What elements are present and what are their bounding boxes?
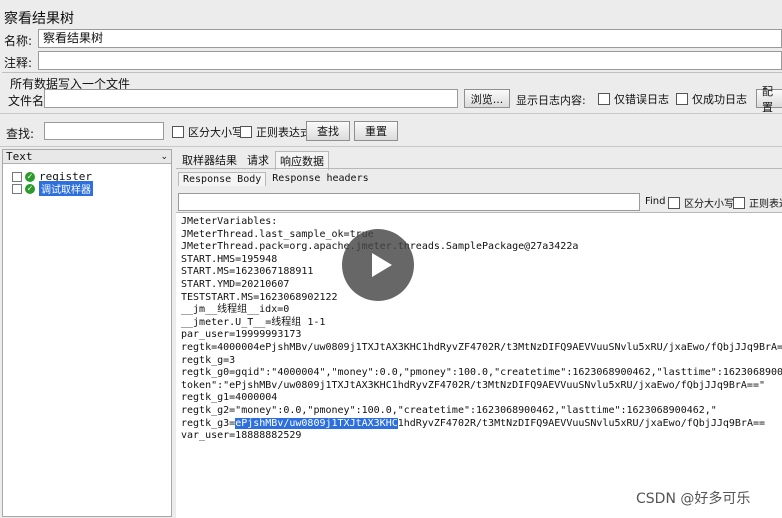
response-line: token":"ePjshMBv/uw0809j1TXJtAX3KHC1hdRy… bbox=[181, 379, 765, 391]
find-button[interactable]: 查找 bbox=[306, 121, 350, 141]
tree-node-icon bbox=[12, 183, 22, 194]
filename-label: 文件名 bbox=[8, 94, 45, 108]
response-case-label: 区分大小写 bbox=[684, 199, 734, 210]
response-line: par_user=19999993173 bbox=[181, 329, 302, 341]
response-regex-label: 正则表达 bbox=[749, 199, 782, 210]
response-line: regtk_g0=gqid":"4000004","money":0.0,"pm… bbox=[181, 367, 782, 379]
response-line: regtk=4000004ePjshMBv/uw0809j1TXJtAX3KHC… bbox=[181, 341, 782, 353]
reset-button[interactable]: 重置 bbox=[354, 121, 398, 141]
watermark: CSDN @好多可乐 bbox=[636, 491, 751, 507]
checkbox-icon bbox=[668, 196, 680, 209]
response-line: regtk_g3=ePjshMBv/uw0809j1TXJtAX3KHC1hdR… bbox=[181, 417, 782, 431]
chevron-down-icon: ⌄ bbox=[160, 151, 168, 162]
divider bbox=[0, 146, 782, 147]
checkbox-icon bbox=[172, 126, 184, 138]
tab-response-headers[interactable]: Response headers bbox=[268, 172, 372, 186]
only-success-label: 仅成功日志 bbox=[692, 93, 747, 106]
result-tree-panel bbox=[2, 149, 172, 517]
response-line: START.MS=1623067188911 bbox=[181, 266, 314, 278]
response-regex-checkbox[interactable]: 正则表达 bbox=[733, 195, 782, 210]
renderer-select[interactable]: Text ⌄ bbox=[3, 150, 171, 164]
success-check-icon: ✓ bbox=[25, 171, 35, 182]
log-display-label: 显示日志内容: bbox=[516, 94, 586, 107]
response-line: __jm__线程组__idx=0 bbox=[181, 304, 290, 316]
filename-input[interactable] bbox=[44, 89, 458, 108]
response-body[interactable]: JMeterVariables: JMeterThread.last_sample… bbox=[176, 212, 782, 518]
response-line: JMeterThread.last_sample_ok=true bbox=[181, 228, 374, 240]
case-sensitive-checkbox[interactable]: 区分大小写 bbox=[172, 124, 243, 140]
response-line: START.YMD=20210607 bbox=[181, 278, 290, 290]
name-input[interactable]: 察看结果树 bbox=[38, 29, 782, 48]
response-find-label: Find bbox=[645, 196, 666, 207]
section-divider bbox=[2, 72, 782, 73]
divider bbox=[176, 168, 782, 169]
comment-label: 注释: bbox=[4, 56, 33, 70]
response-text: JMeterVariables: JMeterThread.last_sample… bbox=[176, 213, 782, 443]
response-line: START.HMS=195948 bbox=[181, 253, 278, 265]
window-title: 察看结果树 bbox=[4, 11, 74, 27]
checkbox-icon bbox=[676, 93, 688, 105]
play-icon bbox=[372, 253, 392, 277]
response-line: var_user=18888882529 bbox=[181, 430, 302, 442]
success-check-icon: ✓ bbox=[25, 183, 35, 194]
search-label: 查找: bbox=[6, 127, 35, 141]
checkbox-icon bbox=[240, 126, 252, 138]
response-line: __jmeter.U_T__=线程组 1-1 bbox=[181, 316, 326, 328]
response-line: TESTSTART.MS=1623068902122 bbox=[181, 291, 338, 303]
response-line: regtk_g2="money":0.0,"pmoney":100.0,"cre… bbox=[181, 404, 717, 416]
regex-checkbox[interactable]: 正则表达式 bbox=[240, 124, 311, 140]
search-input[interactable] bbox=[44, 122, 164, 140]
only-errors-label: 仅错误日志 bbox=[614, 93, 669, 106]
checkbox-icon bbox=[733, 196, 745, 209]
only-errors-checkbox[interactable]: 仅错误日志 bbox=[598, 91, 669, 107]
only-success-checkbox[interactable]: 仅成功日志 bbox=[676, 91, 747, 107]
name-label: 名称: bbox=[4, 34, 33, 48]
tree-item-label: 调试取样器 bbox=[39, 181, 93, 196]
response-line: regtk_g1=4000004 bbox=[181, 392, 278, 404]
play-button[interactable] bbox=[342, 229, 414, 301]
response-case-checkbox[interactable]: 区分大小写 bbox=[668, 195, 734, 210]
case-sensitive-label: 区分大小写 bbox=[188, 126, 243, 139]
response-line: JMeterThread.pack=org.apache.jmeter.thre… bbox=[181, 241, 782, 254]
response-subtabs: Response Body Response headers bbox=[178, 172, 373, 186]
response-line-rest: 1hdRyvZF4702R/t3MtNzDIFQ9AEVVuuSNvlu5xRU… bbox=[397, 417, 766, 429]
tab-response-body[interactable]: Response Body bbox=[178, 172, 267, 186]
regex-label: 正则表达式 bbox=[256, 126, 311, 139]
response-line: regtk_g=3 bbox=[181, 354, 236, 366]
response-find-input[interactable] bbox=[178, 193, 640, 211]
browse-button[interactable]: 浏览... bbox=[464, 89, 510, 108]
response-line-prefix: regtk_g3= bbox=[181, 417, 236, 429]
divider bbox=[0, 113, 782, 114]
configure-button[interactable]: 配置 bbox=[756, 85, 782, 114]
renderer-select-value: Text bbox=[6, 150, 33, 163]
checkbox-icon bbox=[598, 93, 610, 105]
selected-text: ePjshMBv/uw0809j1TXJtAX3KHC bbox=[235, 417, 398, 429]
tree-item-debug-sampler[interactable]: ✓ 调试取样器 bbox=[12, 181, 93, 196]
tree-node-icon bbox=[12, 171, 22, 182]
response-line: JMeterVariables: bbox=[181, 216, 278, 227]
comment-input[interactable] bbox=[38, 51, 782, 70]
